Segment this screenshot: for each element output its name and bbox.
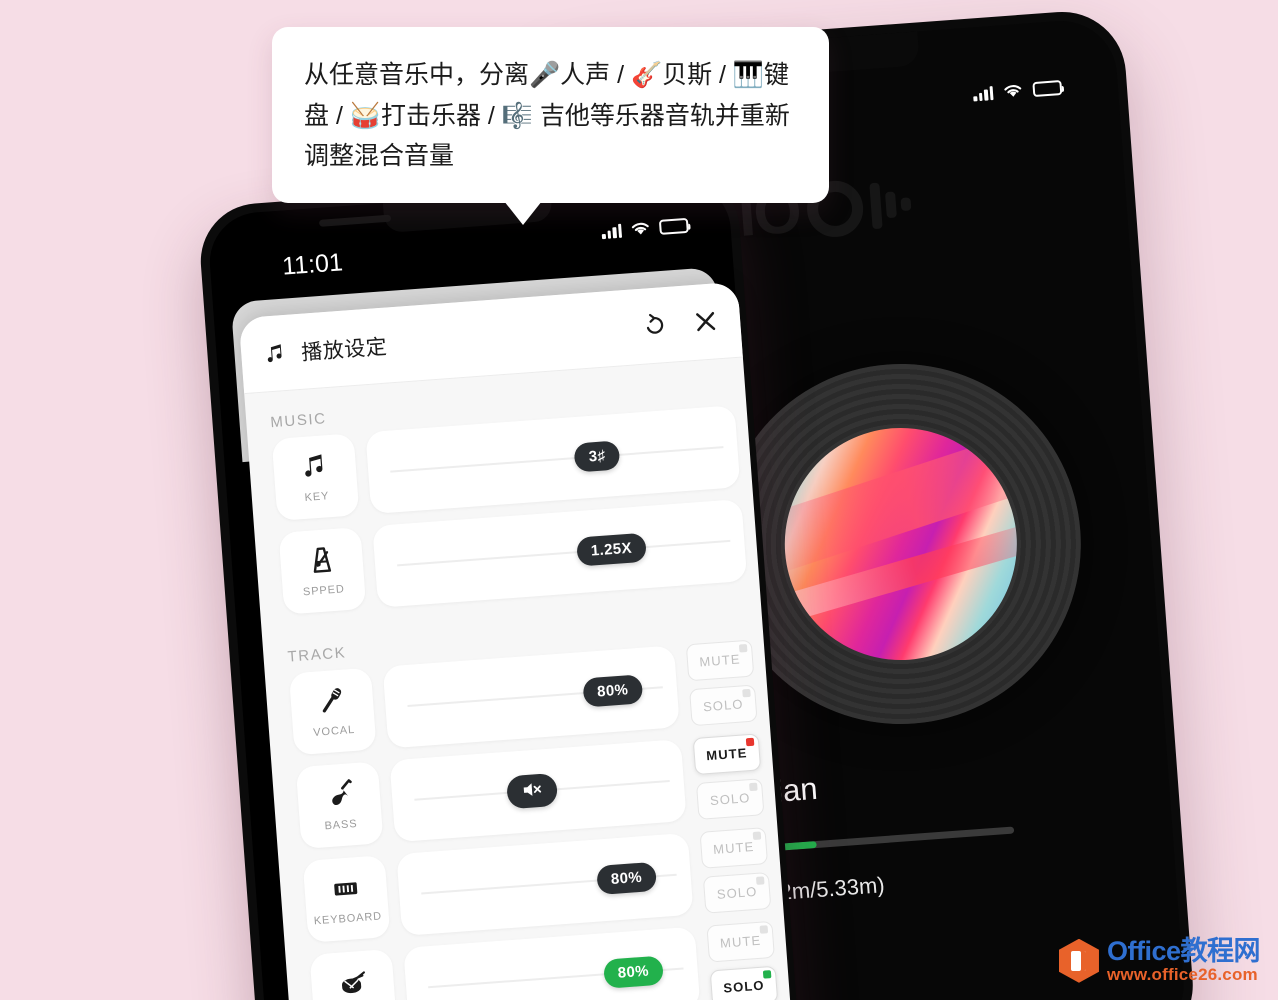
- solo-indicator-dot: [762, 970, 772, 979]
- solo-button[interactable]: SOLO: [702, 871, 772, 914]
- slider-bass[interactable]: [389, 739, 687, 843]
- keyboard-icon: [330, 872, 362, 909]
- tile-spped[interactable]: SPPED: [278, 526, 367, 615]
- panel-body: MUSIC KEY 3♯ SPPED 1.25X TRACK VOCAL 80% MUTE SOL…: [244, 357, 793, 1000]
- mute-indicator-dot: [752, 831, 762, 841]
- slider-spped[interactable]: 1.25X: [372, 498, 748, 608]
- site-watermark: Office教程网 www.office26.com: [1051, 931, 1268, 990]
- microphone-icon: [316, 684, 348, 721]
- callout-tail: [504, 200, 542, 225]
- earpiece-speaker: [318, 214, 392, 227]
- music-note-icon: [299, 450, 331, 487]
- slider-track: [390, 446, 724, 473]
- mute-label: MUTE: [698, 651, 742, 670]
- mute-indicator-dot: [759, 925, 769, 934]
- mute-button[interactable]: MUTE: [706, 920, 775, 963]
- tile-vocal[interactable]: VOCAL: [288, 667, 377, 756]
- mute-solo-group: MUTE SOLO: [685, 639, 758, 727]
- tile-label: KEY: [304, 490, 330, 504]
- mute-button[interactable]: MUTE: [692, 733, 762, 776]
- slider-value-pill[interactable]: 80%: [582, 674, 644, 708]
- mute-solo-group: MUTE SOLO: [706, 920, 779, 1000]
- slider-keyboard[interactable]: 80%: [396, 832, 694, 936]
- solo-indicator-dot: [742, 688, 751, 698]
- mute-button[interactable]: MUTE: [699, 827, 769, 869]
- tile-label: SPPED: [302, 583, 346, 599]
- metronome-icon: [306, 544, 338, 581]
- slider-value-pill[interactable]: 3♯: [573, 440, 621, 473]
- battery-icon: [658, 217, 689, 235]
- solo-indicator-dot: [749, 782, 758, 792]
- album-art: [776, 419, 1026, 669]
- mute-label: MUTE: [705, 745, 749, 764]
- slider-value-pill[interactable]: [506, 772, 559, 810]
- close-icon[interactable]: [692, 308, 719, 335]
- foreground-status-bar: [601, 217, 689, 239]
- office-logo-icon: [1058, 938, 1099, 983]
- solo-indicator-dot: [755, 876, 765, 885]
- playback-settings-panel: 播放设定 MUSIC KEY 3♯ SPPED 1.25X TRACK VOCAL 80% MU…: [238, 281, 793, 1000]
- reset-icon[interactable]: [641, 312, 668, 339]
- slider-track: [397, 539, 731, 567]
- tile-bass[interactable]: BASS: [295, 761, 384, 850]
- mute-indicator-dot: [738, 643, 748, 653]
- tile-keyboard[interactable]: KEYBOARD: [302, 855, 391, 943]
- solo-label: SOLO: [709, 790, 751, 809]
- watermark-line2: www.office26.com: [1106, 964, 1258, 984]
- logo-bars-icon: [869, 180, 913, 230]
- solo-label: SOLO: [722, 977, 766, 996]
- tile-key[interactable]: KEY: [271, 433, 360, 522]
- mute-indicator-dot: [745, 737, 755, 747]
- slider-value-pill[interactable]: 80%: [595, 861, 658, 896]
- panel-title: 播放设定: [300, 335, 388, 365]
- signal-bars-icon: [972, 85, 994, 101]
- tile-drum[interactable]: DRUM: [309, 948, 398, 1000]
- music-note-icon: [267, 343, 282, 362]
- battery-icon: [1032, 79, 1063, 97]
- tile-label: KEYBOARD: [313, 910, 383, 928]
- status-bar-time: 11:01: [281, 248, 344, 281]
- tile-label: BASS: [324, 817, 358, 833]
- signal-bars-icon: [601, 222, 623, 239]
- watermark-line1: Office教程网: [1106, 936, 1261, 967]
- tile-label: VOCAL: [312, 723, 356, 739]
- wifi-icon: [1004, 85, 1022, 97]
- slider-value-pill[interactable]: 1.25X: [575, 532, 647, 567]
- mute-button[interactable]: MUTE: [685, 639, 755, 682]
- mute-solo-group: MUTE SOLO: [699, 827, 772, 914]
- solo-label: SOLO: [716, 883, 758, 902]
- callout-bubble: 从任意音乐中，分离🎤人声 / 🎸贝斯 / 🎹键盘 / 🥁打击乐器 / 🎼 吉他等…: [272, 27, 829, 225]
- solo-label: SOLO: [702, 696, 745, 715]
- drum-icon: [337, 966, 369, 1000]
- solo-button[interactable]: SOLO: [695, 778, 765, 820]
- mute-solo-group: MUTE SOLO: [692, 733, 765, 820]
- background-status-bar: [972, 79, 1063, 101]
- mute-label: MUTE: [719, 932, 762, 951]
- callout-text: 从任意音乐中，分离🎤人声 / 🎸贝斯 / 🎹键盘 / 🥁打击乐器 / 🎼 吉他等…: [304, 61, 790, 170]
- solo-button[interactable]: SOLO: [709, 965, 779, 1000]
- wifi-icon: [631, 222, 649, 235]
- slider-drum[interactable]: 80%: [403, 926, 701, 1000]
- solo-button[interactable]: SOLO: [689, 684, 758, 727]
- guitar-icon: [323, 778, 355, 815]
- slider-value-pill[interactable]: 80%: [602, 955, 664, 989]
- mute-label: MUTE: [712, 838, 755, 857]
